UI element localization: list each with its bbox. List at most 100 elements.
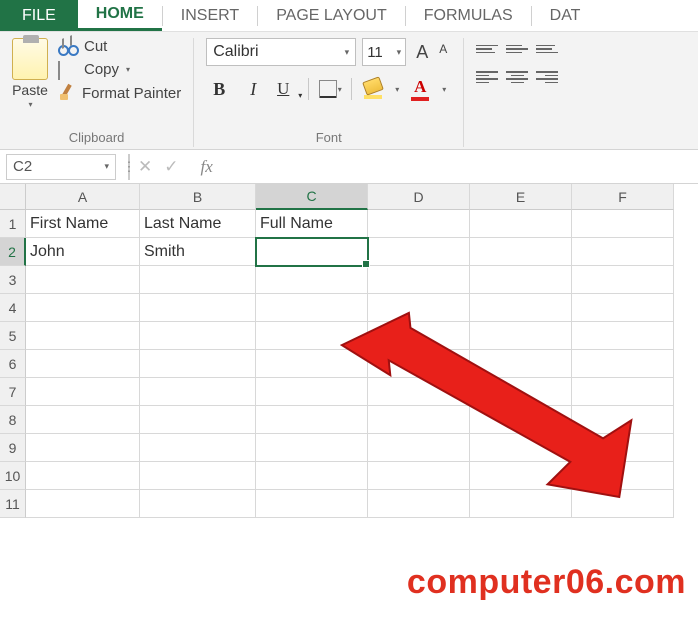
row-header[interactable]: 10 [0,462,26,490]
cell[interactable] [256,434,368,462]
row-header[interactable]: 3 [0,266,26,294]
cell[interactable] [26,378,140,406]
row-header[interactable]: 11 [0,490,26,518]
cell[interactable] [572,434,674,462]
row-header[interactable]: 4 [0,294,26,322]
format-painter-button[interactable]: Format Painter [58,84,181,102]
cell[interactable] [140,294,256,322]
fx-icon[interactable]: fx [201,157,213,177]
cell[interactable] [572,266,674,294]
cell[interactable] [368,434,470,462]
cell[interactable] [470,238,572,266]
align-right-button[interactable] [536,68,558,86]
cell[interactable] [572,294,674,322]
cell[interactable] [470,406,572,434]
cell[interactable] [572,350,674,378]
fill-dropdown-icon[interactable]: ▾ [395,85,399,94]
border-button[interactable]: ▾ [317,76,343,102]
cell[interactable] [470,322,572,350]
row-header[interactable]: 2 [0,238,26,266]
cell[interactable] [368,462,470,490]
formula-bar-grip[interactable]: ⋮ [128,154,130,180]
tab-file[interactable]: FILE [0,0,78,31]
align-left-button[interactable] [476,68,498,86]
cell[interactable] [26,350,140,378]
cell[interactable] [572,210,674,238]
cell[interactable] [26,462,140,490]
paste-dropdown-icon[interactable]: ▾ [28,100,32,109]
cell[interactable] [256,490,368,518]
cell[interactable] [256,462,368,490]
increase-font-button[interactable]: A [412,41,432,64]
font-name-select[interactable]: Calibri ▾ [206,38,356,66]
font-size-select[interactable]: 11 ▾ [362,38,406,66]
cell[interactable] [368,294,470,322]
row-header[interactable]: 1 [0,210,26,238]
tab-formulas[interactable]: FORMULAS [406,0,531,31]
cell[interactable] [470,378,572,406]
cell[interactable]: First Name [26,210,140,238]
name-box[interactable]: C2 ▾ [6,154,116,180]
align-center-button[interactable] [506,68,528,86]
cell[interactable] [140,322,256,350]
cell[interactable] [368,406,470,434]
row-header[interactable]: 6 [0,350,26,378]
col-header[interactable]: E [470,184,572,210]
cell[interactable] [470,490,572,518]
cell[interactable] [470,266,572,294]
cell[interactable] [572,406,674,434]
cell[interactable] [256,322,368,350]
bold-button[interactable]: B [206,76,232,102]
row-header[interactable]: 7 [0,378,26,406]
cell[interactable] [26,434,140,462]
copy-button[interactable]: Copy ▾ [58,61,181,78]
cell[interactable] [470,210,572,238]
row-header[interactable]: 5 [0,322,26,350]
formula-input[interactable] [213,154,698,180]
tab-home[interactable]: HOME [78,0,162,31]
select-all-corner[interactable] [0,184,26,210]
font-color-dropdown-icon[interactable]: ▾ [442,85,446,94]
cell[interactable] [368,350,470,378]
cell-active[interactable] [256,238,368,266]
paste-button[interactable]: Paste ▾ [12,38,48,109]
cell[interactable] [26,294,140,322]
underline-button[interactable]: U [274,76,300,102]
cell[interactable]: Full Name [256,210,368,238]
align-bottom-button[interactable] [536,40,558,58]
cell[interactable] [572,462,674,490]
row-header[interactable]: 8 [0,406,26,434]
tab-data[interactable]: DAT [532,0,599,31]
col-header[interactable]: D [368,184,470,210]
cell[interactable] [470,462,572,490]
cell[interactable] [368,210,470,238]
align-top-button[interactable] [476,40,498,58]
col-header[interactable]: B [140,184,256,210]
cell[interactable] [470,434,572,462]
row-header[interactable]: 9 [0,434,26,462]
cell[interactable] [256,378,368,406]
cell[interactable] [256,406,368,434]
cell[interactable] [26,406,140,434]
cell[interactable]: Smith [140,238,256,266]
cut-button[interactable]: Cut [58,38,181,55]
cell[interactable] [368,266,470,294]
cell[interactable] [256,294,368,322]
cell[interactable] [140,462,256,490]
cell[interactable] [140,266,256,294]
cell[interactable] [26,266,140,294]
align-middle-button[interactable] [506,40,528,58]
cell[interactable] [256,266,368,294]
enter-icon[interactable]: ✓ [164,157,178,177]
cell[interactable]: John [26,238,140,266]
cell[interactable] [368,378,470,406]
cell[interactable] [572,378,674,406]
cell[interactable] [368,238,470,266]
copy-dropdown-icon[interactable]: ▾ [126,65,130,74]
cell[interactable] [26,322,140,350]
col-header[interactable]: A [26,184,140,210]
cell[interactable] [26,490,140,518]
cell[interactable] [368,322,470,350]
cell[interactable] [470,294,572,322]
cell[interactable] [572,490,674,518]
